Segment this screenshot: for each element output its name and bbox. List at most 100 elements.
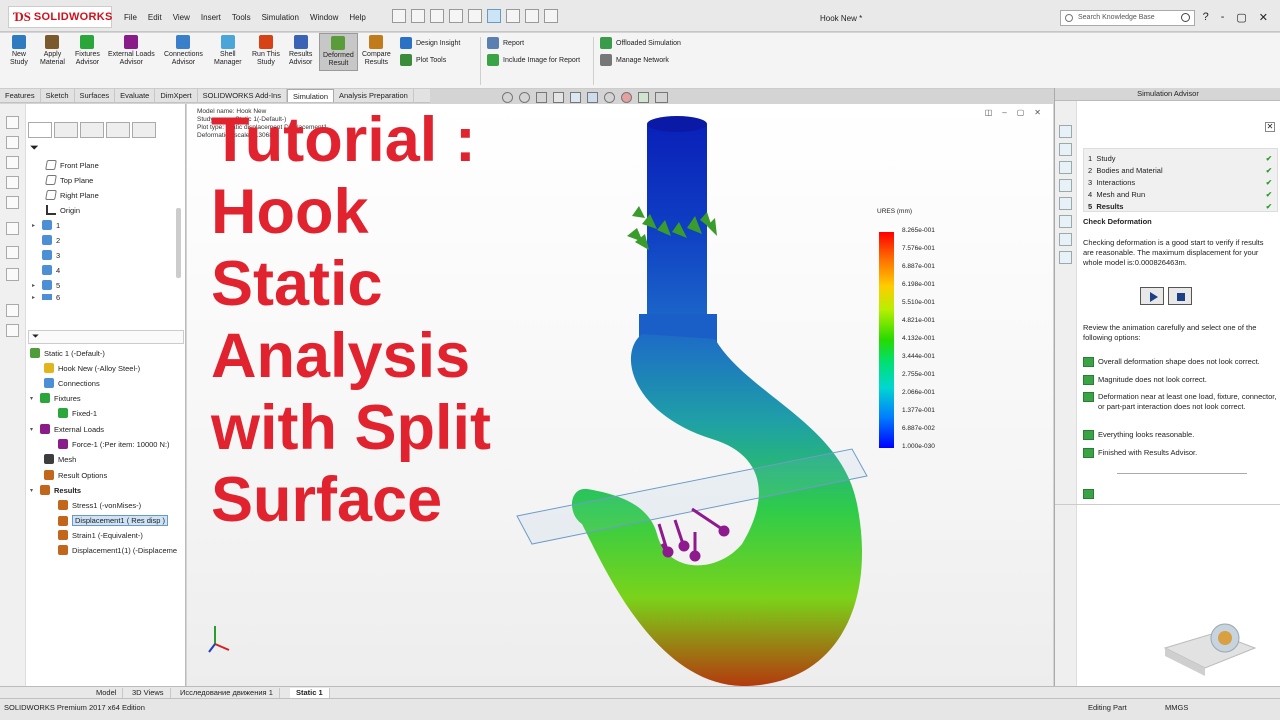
tab-surfaces[interactable]: Surfaces bbox=[75, 89, 116, 102]
tree-item-front-plane[interactable]: Front Plane bbox=[45, 160, 99, 170]
view-settings-icon[interactable] bbox=[655, 92, 668, 103]
tab-sketch[interactable]: Sketch bbox=[41, 89, 75, 102]
play-button[interactable] bbox=[1140, 287, 1164, 305]
study-item-strain[interactable]: Strain1 (-Equivalent-) bbox=[58, 530, 143, 540]
study-item-results[interactable]: ▾ Results bbox=[30, 485, 81, 495]
study-item-part[interactable]: Hook New (-Alloy Steel-) bbox=[44, 363, 140, 373]
menu-edit[interactable]: Edit bbox=[148, 13, 162, 22]
tool-icon-9[interactable] bbox=[6, 304, 19, 317]
design-library-icon[interactable] bbox=[1059, 143, 1072, 156]
option-overall-shape[interactable]: Overall deformation shape does not look … bbox=[1083, 357, 1277, 367]
shell-manager-button[interactable]: Shell Manager bbox=[214, 35, 242, 67]
configuration-manager-tab-icon[interactable] bbox=[80, 122, 104, 138]
study-item-displacement-2[interactable]: Displacement1(1) (-Displaceme bbox=[58, 545, 177, 555]
color-legend-bar[interactable] bbox=[879, 232, 894, 448]
tree-item-1[interactable]: ▸ 1 bbox=[32, 220, 60, 230]
study-filter[interactable]: ⏷ bbox=[28, 330, 184, 344]
simulation-advisor-icon[interactable] bbox=[1059, 251, 1072, 264]
study-item-force[interactable]: Force-1 (:Per item: 10000 N:) bbox=[58, 439, 170, 449]
connections-advisor-button[interactable]: Connections Advisor bbox=[164, 35, 203, 67]
offloaded-simulation-button[interactable]: Offloaded Simulation bbox=[600, 37, 681, 49]
forum-icon[interactable] bbox=[1059, 233, 1072, 246]
tool-icon-2[interactable] bbox=[6, 136, 19, 149]
viewport-close-icon[interactable]: ✕ bbox=[1034, 108, 1041, 117]
help-icon[interactable]: ? bbox=[1203, 11, 1209, 24]
report-button[interactable]: Report bbox=[487, 37, 524, 49]
select-arrow-icon[interactable] bbox=[487, 9, 501, 23]
study-item-external-loads[interactable]: ▾ External Loads bbox=[30, 424, 104, 434]
stop-button[interactable] bbox=[1168, 287, 1192, 305]
tab-model[interactable]: Model bbox=[90, 688, 124, 698]
menu-insert[interactable]: Insert bbox=[201, 13, 221, 22]
expand-arrow-icon[interactable]: ▸ bbox=[32, 294, 38, 301]
tool-icon-1[interactable] bbox=[6, 116, 19, 129]
tool-icon-5[interactable] bbox=[6, 196, 19, 209]
save-icon[interactable] bbox=[430, 9, 444, 23]
new-study-button[interactable]: New Study bbox=[10, 35, 28, 67]
advisor-close-icon[interactable]: ✕ bbox=[1265, 122, 1275, 132]
apply-scene-icon[interactable] bbox=[638, 92, 649, 103]
include-image-report-button[interactable]: Include Image for Report bbox=[487, 54, 580, 66]
tree-item-3[interactable]: 3 bbox=[32, 250, 60, 260]
step-bodies-material[interactable]: 2 Bodies and Material ✔ bbox=[1088, 166, 1272, 175]
external-loads-advisor-button[interactable]: External Loads Advisor bbox=[108, 35, 155, 67]
tool-icon-8[interactable] bbox=[6, 268, 19, 281]
tab-analysis-preparation[interactable]: Analysis Preparation bbox=[334, 89, 414, 102]
step-interactions[interactable]: 3 Interactions ✔ bbox=[1088, 178, 1272, 187]
search-icon[interactable] bbox=[1181, 13, 1190, 22]
file-properties-icon[interactable] bbox=[525, 9, 539, 23]
run-this-study-button[interactable]: Run This Study bbox=[252, 35, 280, 67]
tree-item-right-plane[interactable]: Right Plane bbox=[45, 190, 99, 200]
study-item-static[interactable]: Static 1 (-Default-) bbox=[30, 348, 105, 358]
viewport-restore-icon[interactable]: ◫ bbox=[985, 108, 993, 117]
print-icon[interactable] bbox=[449, 9, 463, 23]
file-explorer-icon[interactable] bbox=[1059, 161, 1072, 174]
open-folder-icon[interactable] bbox=[411, 9, 425, 23]
manage-network-button[interactable]: Manage Network bbox=[600, 54, 669, 66]
study-item-fixtures[interactable]: ▾ Fixtures bbox=[30, 393, 81, 403]
edit-appearance-icon[interactable] bbox=[621, 92, 632, 103]
fixtures-advisor-button[interactable]: Fixtures Advisor bbox=[75, 35, 100, 67]
section-view-icon[interactable] bbox=[553, 92, 564, 103]
tab-features[interactable]: Features bbox=[0, 89, 41, 102]
tool-icon-6[interactable] bbox=[6, 222, 19, 235]
minimize-icon[interactable]: - bbox=[1221, 11, 1225, 24]
study-item-stress[interactable]: Stress1 (-vonMises-) bbox=[58, 500, 141, 510]
search-knowledge-base-input[interactable]: Search Knowledge Base bbox=[1060, 10, 1195, 26]
tree-item-2[interactable]: 2 bbox=[32, 235, 60, 245]
tree-item-top-plane[interactable]: Top Plane bbox=[45, 175, 93, 185]
display-manager-tab-icon[interactable] bbox=[132, 122, 156, 138]
tab-evaluate[interactable]: Evaluate bbox=[115, 89, 156, 102]
filter-icon[interactable]: ⏷ bbox=[30, 142, 39, 155]
study-item-fixed[interactable]: Fixed-1 bbox=[58, 408, 97, 418]
property-manager-tab-icon[interactable] bbox=[54, 122, 78, 138]
step-mesh-run[interactable]: 4 Mesh and Run ✔ bbox=[1088, 190, 1272, 199]
tab-3d-views[interactable]: 3D Views bbox=[126, 688, 171, 698]
design-insight-button[interactable]: Design Insight bbox=[400, 37, 460, 49]
collapse-arrow-icon[interactable]: ▾ bbox=[30, 395, 36, 402]
collapse-arrow-icon[interactable]: ▾ bbox=[30, 487, 36, 494]
menu-tools[interactable]: Tools bbox=[232, 13, 251, 22]
options-gear-icon[interactable] bbox=[544, 9, 558, 23]
option-deformation-near-load[interactable]: Deformation near at least one load, fixt… bbox=[1083, 392, 1277, 411]
tree-scrollbar[interactable] bbox=[176, 208, 181, 278]
tree-item-5[interactable]: ▸ 5 bbox=[32, 280, 60, 290]
viewport-maximize-icon[interactable]: ▢ bbox=[1017, 108, 1025, 117]
maximize-icon[interactable]: ▢ bbox=[1236, 11, 1246, 24]
apply-material-button[interactable]: Apply Material bbox=[40, 35, 65, 67]
display-style-icon[interactable] bbox=[587, 92, 598, 103]
tab-addins[interactable]: SOLIDWORKS Add-Ins bbox=[198, 89, 287, 102]
tree-item-6[interactable]: ▸ 6 bbox=[32, 294, 60, 300]
expand-arrow-icon[interactable]: ▸ bbox=[32, 282, 38, 289]
step-study[interactable]: 1 Study ✔ bbox=[1088, 154, 1272, 163]
option-magnitude[interactable]: Magnitude does not look correct. bbox=[1083, 375, 1277, 385]
tree-item-origin[interactable]: Origin bbox=[46, 205, 80, 215]
study-item-result-options[interactable]: Result Options bbox=[44, 470, 107, 480]
viewport-minimize-icon[interactable]: – bbox=[1002, 108, 1006, 117]
status-units[interactable]: MMGS bbox=[1165, 703, 1188, 712]
dimxpert-manager-tab-icon[interactable] bbox=[106, 122, 130, 138]
tab-static-1[interactable]: Static 1 bbox=[290, 688, 330, 698]
expand-arrow-icon[interactable]: ▸ bbox=[32, 222, 38, 229]
study-item-mesh[interactable]: Mesh bbox=[44, 454, 76, 464]
home-icon[interactable] bbox=[1059, 125, 1072, 138]
